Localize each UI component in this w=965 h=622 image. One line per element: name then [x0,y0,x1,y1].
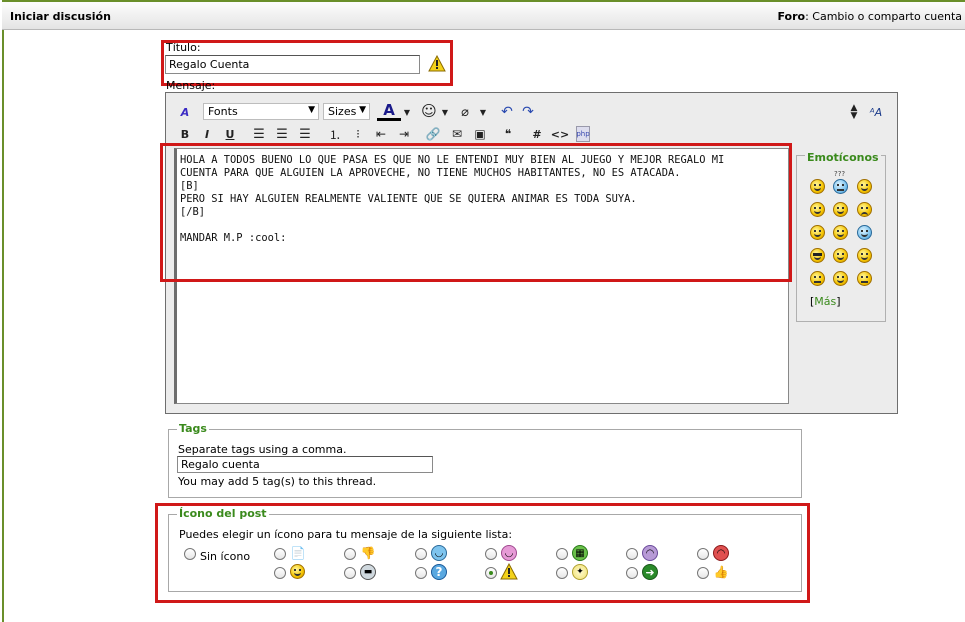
eek-icon[interactable] [857,248,872,263]
image-icon[interactable]: ▣ [472,126,488,142]
php-icon[interactable]: php [576,126,590,142]
mad-icon[interactable] [857,271,872,286]
remove-format-icon[interactable]: A [176,104,194,120]
indent-icon[interactable]: ⇥ [396,126,412,142]
redo-icon[interactable]: ↷ [520,103,536,121]
quote-icon[interactable]: ❝ [500,126,516,142]
resize-toggle-icon[interactable]: ▲ ▼ [847,102,861,122]
tongue-icon[interactable] [833,225,848,240]
more-emoticons-link[interactable]: [Más] [810,295,841,308]
message-label: Mensaje: [166,79,216,92]
align-center-icon[interactable]: ☰ [274,126,290,142]
unordered-list-icon[interactable]: ⁝ [350,126,366,142]
attachment-icon[interactable]: ⌀ [458,103,472,121]
outdent-icon[interactable]: ⇤ [373,126,389,142]
forum-label: Foro [777,10,806,23]
more-close-bracket: ] [836,295,841,308]
laugh-icon[interactable] [810,225,825,240]
surprised-icon[interactable] [833,248,848,263]
text-color-icon[interactable]: A [377,101,401,121]
message-highlight [160,143,792,282]
smile-icon[interactable] [810,179,825,194]
forum-name: : Cambio o comparto cuenta [805,10,962,23]
font-select-label: Fonts [208,105,238,118]
tags-note: You may add 5 tag(s) to this thread. [178,475,377,488]
size-select[interactable]: Sizes ▼ [323,103,370,120]
big-grin-icon[interactable] [833,202,848,217]
post-icon-highlight [155,503,810,603]
chevron-down-icon[interactable]: ▼ [440,104,450,120]
switch-mode-icon[interactable]: ᴬA [867,103,885,121]
font-select[interactable]: Fonts ▼ [203,103,319,120]
hash-button[interactable]: # [530,126,544,142]
bold-button[interactable]: B [177,126,193,142]
align-right-icon[interactable]: ☰ [297,126,313,142]
chevron-down-icon: ▼ [359,105,366,115]
email-icon[interactable]: ✉ [449,126,465,142]
cool-icon[interactable] [810,248,825,263]
grin-icon[interactable] [810,202,825,217]
neutral-icon[interactable] [810,271,825,286]
confused-icon[interactable] [833,179,848,194]
wink-icon[interactable] [857,179,872,194]
size-select-label: Sizes [328,105,357,118]
confused-caption: ??? [834,170,846,178]
link-icon[interactable]: 🔗 [425,126,441,142]
more-label: Más [814,295,837,308]
shocked-icon[interactable] [833,271,848,286]
forum-breadcrumb: Foro: Cambio o comparto cuenta [777,10,962,23]
page-header: Iniciar discusión Foro: Cambio o compart… [2,2,965,30]
underline-button[interactable]: U [222,126,238,142]
tags-hint: Separate tags using a comma. [178,443,347,456]
ordered-list-icon[interactable]: ⒈ [327,126,343,142]
smiley-insert-icon[interactable]: ☺ [420,102,438,120]
page-title: Iniciar discusión [10,10,111,23]
align-left-icon[interactable]: ☰ [251,126,267,142]
code-button[interactable]: <> [551,126,569,142]
chevron-down-icon[interactable]: ▼ [478,104,488,120]
italic-button[interactable]: I [199,126,215,142]
chevron-down-icon: ▼ [308,105,315,115]
chevron-down-icon[interactable]: ▼ [402,104,412,120]
frown-icon[interactable] [857,202,872,217]
tags-legend: Tags [177,422,209,435]
undo-icon[interactable]: ↶ [499,103,515,121]
rolleyes-icon[interactable] [857,225,872,240]
tags-input[interactable]: Regalo cuenta [177,456,433,473]
emoticons-legend: Emotíconos [805,151,881,164]
